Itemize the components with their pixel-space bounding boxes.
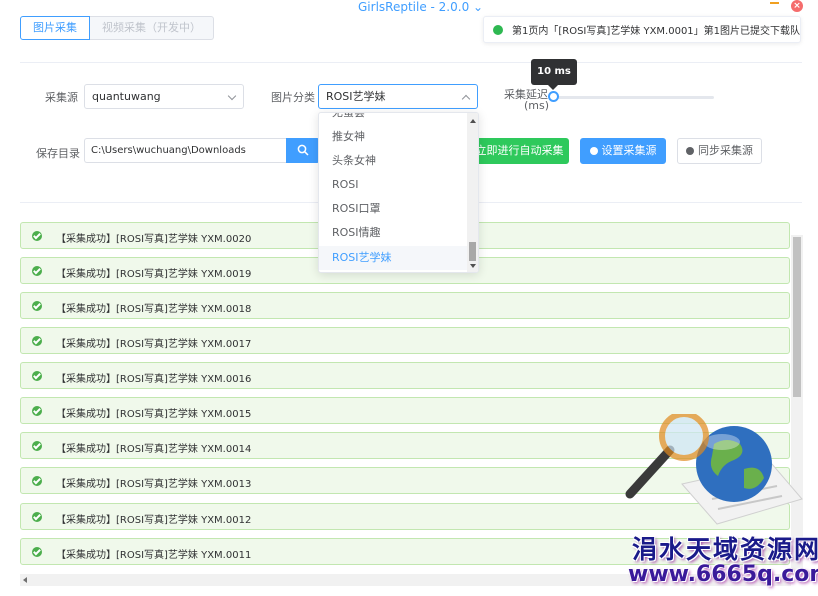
source-select-value: quantuwang [92,90,161,103]
log-text: 【采集成功】[ROSI写真]艺学妹 YXM.0014 [56,444,252,455]
divider-top [20,62,802,63]
check-circle-icon [32,476,42,486]
dropdown-option-selected[interactable]: ROSI艺学妹 [319,246,467,270]
log-text: 【采集成功】[ROSI写真]艺学妹 YXM.0012 [56,515,252,526]
tab-video-collect: 视频采集（开发中） [90,16,214,40]
browse-button[interactable] [286,138,320,163]
scroll-up-icon[interactable] [470,119,476,123]
category-select-value: ROSI艺学妹 [326,90,386,103]
set-source-button[interactable]: 设置采集源 [580,138,666,164]
chevron-down-icon [227,91,237,101]
tooltip-arrow [548,85,558,90]
search-icon [297,144,309,156]
log-text: 【采集成功】[ROSI写真]艺学妹 YXM.0019 [56,269,252,280]
minimize-icon[interactable] [770,2,779,4]
check-circle-icon [32,406,42,416]
scroll-thumb[interactable] [469,242,476,261]
scroll-down-icon[interactable] [470,264,476,268]
sync-icon [686,147,694,155]
save-dir-input[interactable] [84,138,286,163]
source-label: 采集源 [45,91,78,104]
scroll-left-icon[interactable] [23,577,27,583]
mode-tabs: 图片采集 视频采集（开发中） [20,16,214,40]
log-item: 【采集成功】[ROSI写真]艺学妹 YXM.0018 [20,292,790,319]
start-collect-label: 立即进行自动采集 [475,144,564,157]
start-collect-button[interactable]: 立即进行自动采集 [470,138,569,164]
dropdown-option[interactable]: ROSI情趣 [319,221,467,245]
dropdown-option[interactable]: 尤蜜荟 [319,113,467,125]
save-dir-group [84,138,320,163]
check-circle-icon [32,547,42,557]
source-select[interactable]: quantuwang [84,84,244,109]
chevron-up-icon [461,94,471,104]
log-text: 【采集成功】[ROSI写真]艺学妹 YXM.0017 [56,339,252,350]
sync-source-button[interactable]: 同步采集源 [677,138,762,164]
category-label: 图片分类 [271,91,315,104]
notification-text: 第1页内「[ROSI写真]艺学妹 YXM.0001」第1图片已提交下载队列 [512,26,801,37]
save-dir-label: 保存目录 [36,147,80,160]
check-circle-icon [32,336,42,346]
log-text: 【采集成功】[ROSI写真]艺学妹 YXM.0013 [56,479,252,490]
log-text: 【采集成功】[ROSI写真]艺学妹 YXM.0011 [56,550,252,561]
set-source-label: 设置采集源 [601,144,657,157]
dropdown-option[interactable]: 推女神 [319,125,467,149]
log-text: 【采集成功】[ROSI写真]艺学妹 YXM.0018 [56,304,252,315]
category-dropdown: 尤蜜荟 推女神 头条女神 ROSI ROSI口罩 ROSI情趣 ROSI艺学妹 [318,112,479,273]
category-select[interactable]: ROSI艺学妹 [318,84,478,109]
tab-image-collect[interactable]: 图片采集 [20,16,90,40]
dropdown-option[interactable]: ROSI口罩 [319,197,467,221]
title-bar: GirlsReptile - 2.0.0 ⌄ × [0,0,818,14]
magnifier-globe-icon [625,414,803,525]
watermark-url: www.6665q.com [628,562,818,587]
dropdown-option[interactable]: ROSI [319,173,467,197]
log-text: 【采集成功】[ROSI写真]艺学妹 YXM.0016 [56,374,252,385]
close-icon[interactable]: × [791,0,803,12]
settings-icon [589,147,598,155]
delay-unit: (ms) [524,99,550,112]
log-text: 【采集成功】[ROSI写真]艺学妹 YXM.0015 [56,409,252,420]
check-circle-icon [32,266,42,276]
log-item: 【采集成功】[ROSI写真]艺学妹 YXM.0016 [20,362,790,389]
dropdown-scrollbar[interactable] [467,113,478,272]
delay-slider-handle[interactable] [548,91,559,102]
log-item: 【采集成功】[ROSI写真]艺学妹 YXM.0017 [20,327,790,354]
check-circle-icon [32,301,42,311]
watermark-title: 涓水天域资源网 [632,535,818,564]
notification-toast: 第1页内「[ROSI写真]艺学妹 YXM.0001」第1图片已提交下载队列 [483,16,801,43]
check-circle-icon [32,371,42,381]
delay-label: 采集延迟 (ms) [504,89,549,111]
check-circle-icon [32,512,42,522]
log-text: 【采集成功】[ROSI写真]艺学妹 YXM.0020 [56,234,252,245]
dropdown-option[interactable]: 头条女神 [319,149,467,173]
success-dot-icon [493,24,503,35]
app-title[interactable]: GirlsReptile - 2.0.0 ⌄ [358,0,483,14]
check-circle-icon [32,441,42,451]
check-circle-icon [32,231,42,241]
sync-source-label: 同步采集源 [698,144,753,157]
scroll-thumb[interactable] [793,237,801,397]
delay-tooltip: 10 ms [531,59,577,85]
delay-slider-track[interactable] [554,96,714,99]
